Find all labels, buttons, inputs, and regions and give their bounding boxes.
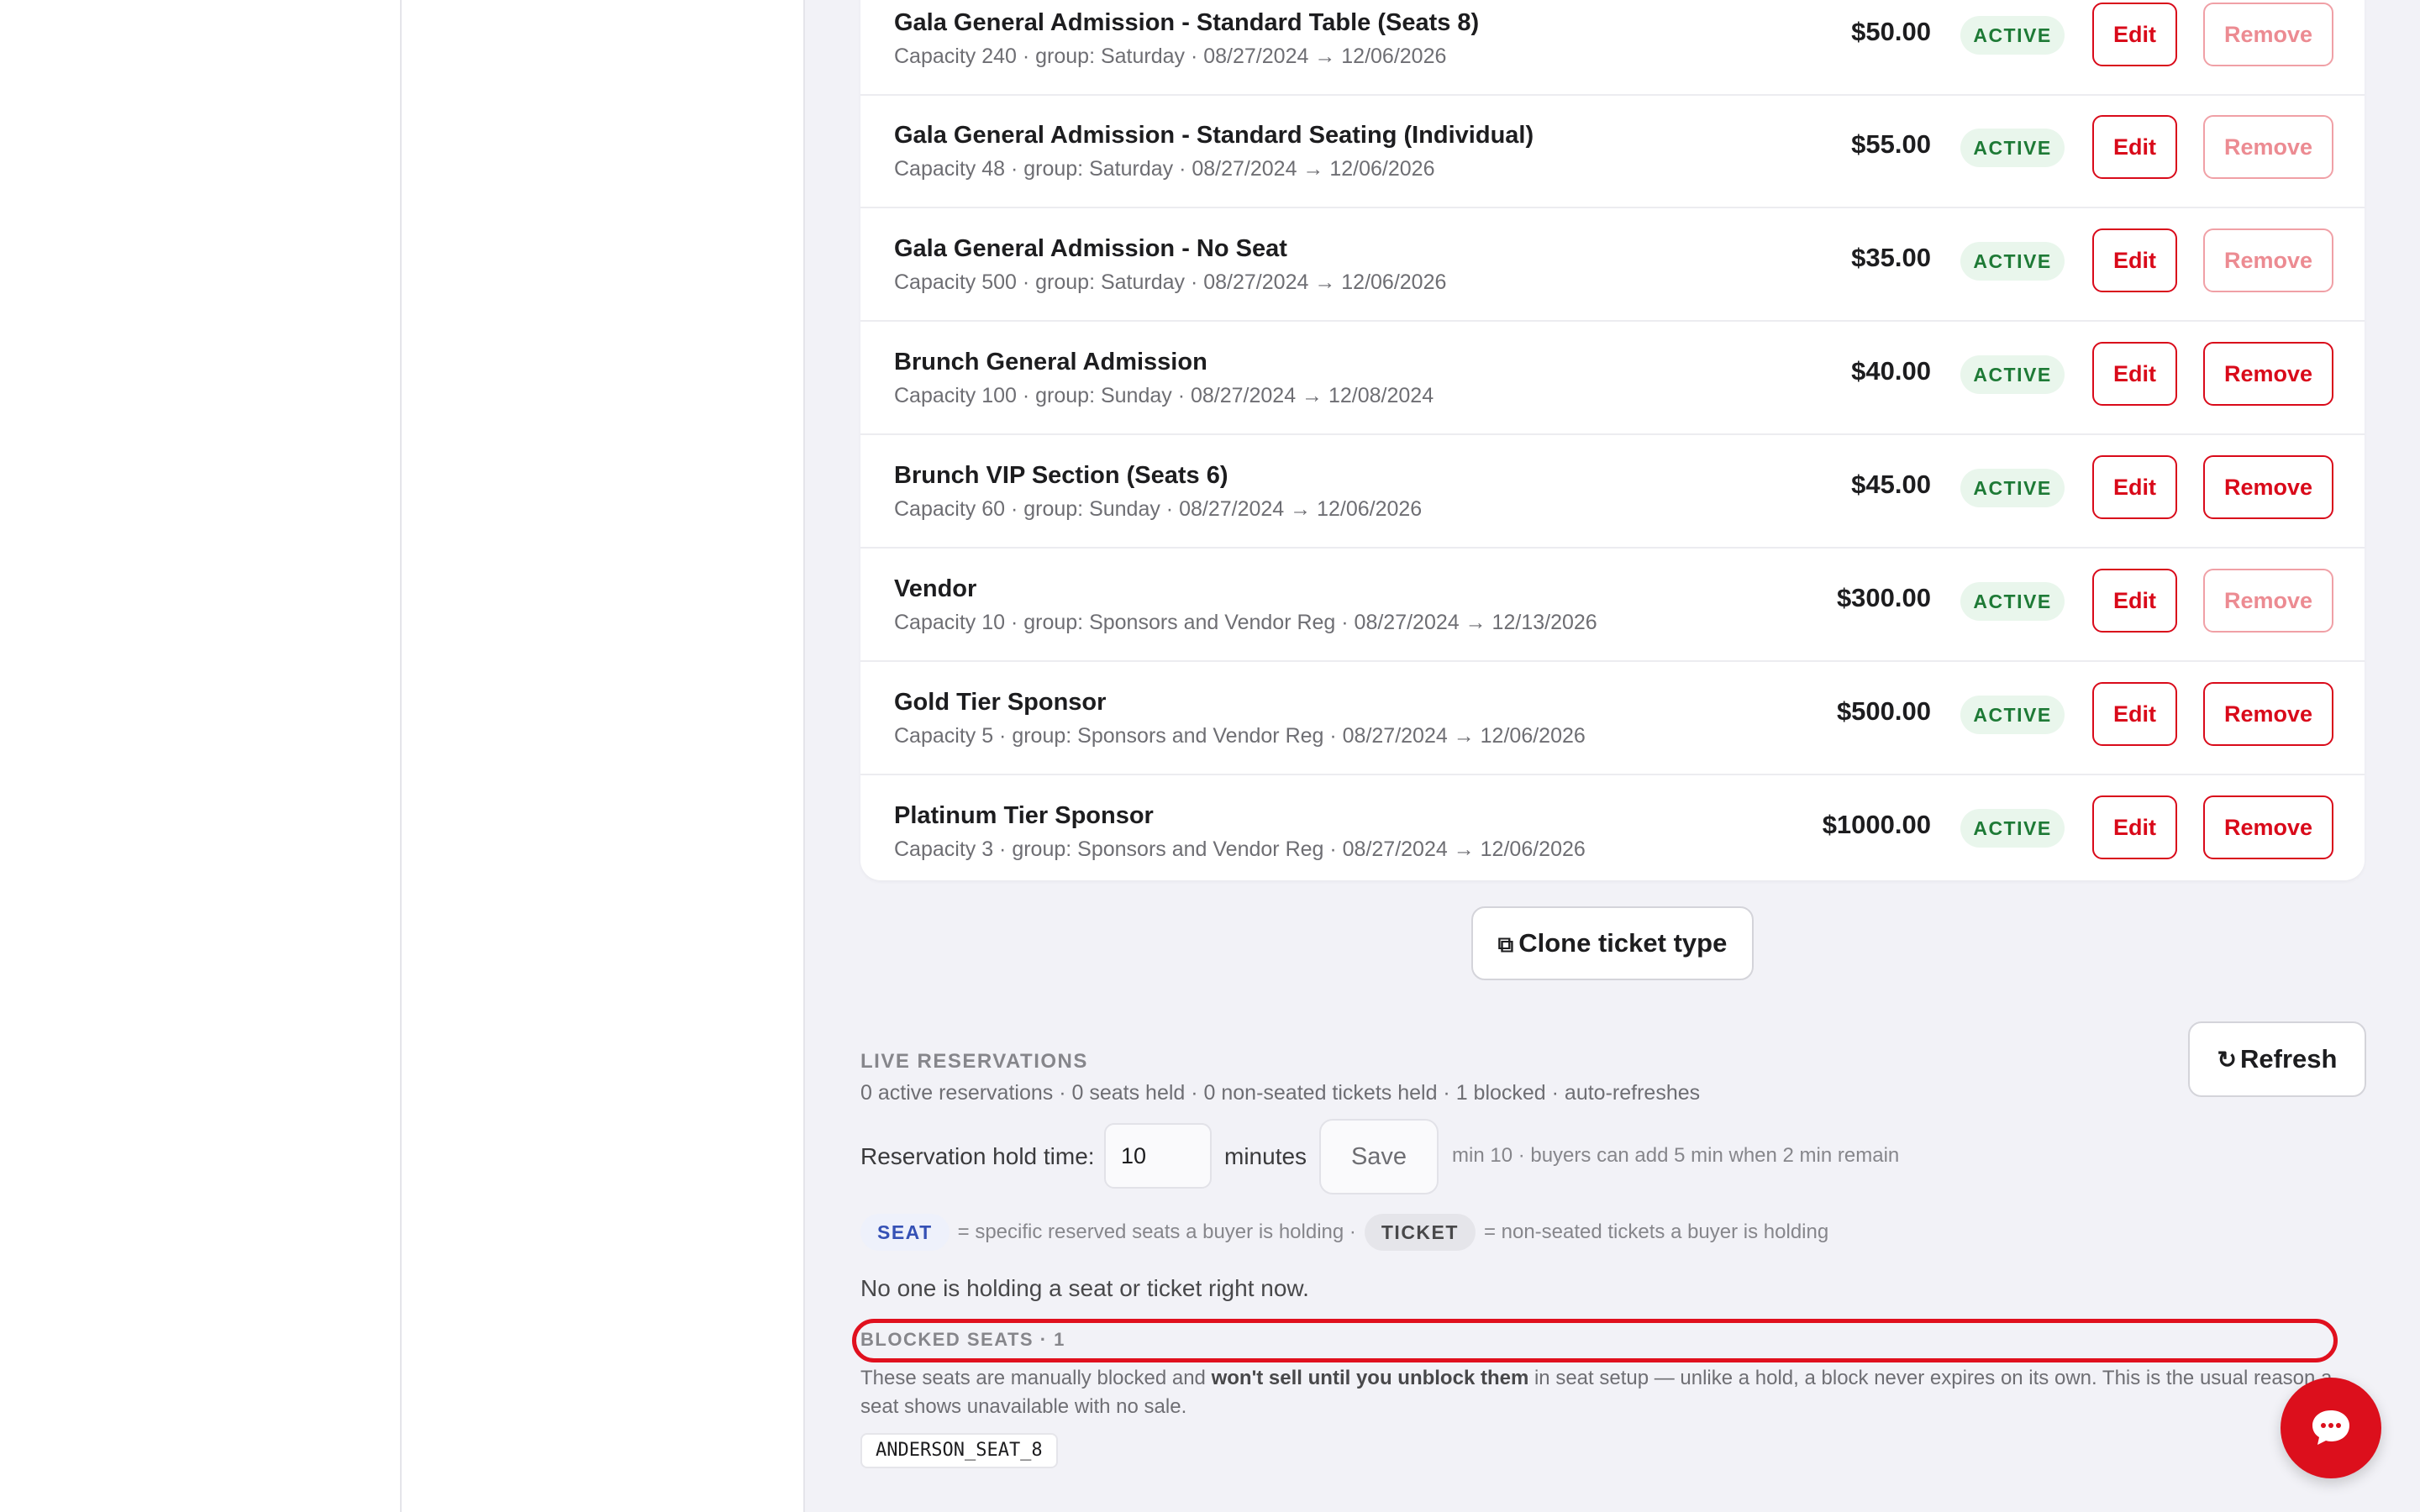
ticket-meta: Capacity 500 · group: Saturday · 08/27/2… [894, 270, 1447, 294]
ticket-legend-text: = non-seated tickets a buyer is holding [1483, 1221, 1829, 1243]
clone-ticket-type-button[interactable]: ⧉ Clone ticket type [1471, 906, 1754, 980]
hold-time-unit: minutes [1224, 1143, 1307, 1169]
ticket-name: Gold Tier Sponsor [894, 689, 1107, 716]
blocked-desc-before: These seats are manually blocked and [860, 1367, 1212, 1389]
ticket-row: Gala General Admission - No Seat Capacit… [860, 209, 2365, 322]
ticket-meta: Capacity 100 · group: Sunday · 08/27/202… [894, 384, 1434, 407]
status-badge: ACTIVE [1960, 242, 2065, 281]
remove-button[interactable]: Remove [2203, 342, 2333, 406]
edit-button[interactable]: Edit [2092, 569, 2177, 633]
left-sidebar-panel [0, 0, 402, 1512]
seat-legend-text: = specific reserved seats a buyer is hol… [957, 1221, 1356, 1243]
ticket-row: Gala General Admission - Standard Table … [860, 0, 2365, 96]
ticket-name: Gala General Admission - Standard Seatin… [894, 122, 1534, 149]
ticket-price: $1000.00 [1822, 810, 1931, 839]
refresh-button[interactable]: ↻ Refresh [2188, 1021, 2366, 1097]
chat-button[interactable] [2281, 1378, 2381, 1478]
hold-time-input[interactable] [1104, 1123, 1212, 1189]
copy-icon: ⧉ [1497, 932, 1514, 957]
refresh-icon: ↻ [2217, 1047, 2238, 1073]
remove-button[interactable]: Remove [2203, 115, 2333, 179]
ticket-price: $300.00 [1836, 583, 1931, 612]
edit-button[interactable]: Edit [2092, 115, 2177, 179]
live-reservations-heading: LIVE RESERVATIONS [860, 1050, 1088, 1073]
ticket-row: Brunch VIP Section (Seats 6) Capacity 60… [860, 436, 2365, 549]
ticket-name: Brunch General Admission [894, 349, 1207, 375]
status-badge: ACTIVE [1960, 355, 2065, 394]
ticket-name: Gala General Admission - No Seat [894, 235, 1287, 262]
remove-button[interactable]: Remove [2203, 682, 2333, 746]
status-badge: ACTIVE [1960, 129, 2065, 167]
ticket-name: Platinum Tier Sponsor [894, 802, 1154, 829]
ticket-price: $500.00 [1836, 696, 1931, 726]
remove-button[interactable]: Remove [2203, 795, 2333, 859]
save-button[interactable]: Save [1319, 1119, 1439, 1194]
ticket-meta: Capacity 240 · group: Saturday · 08/27/2… [894, 45, 1447, 68]
edit-button[interactable]: Edit [2092, 682, 2177, 746]
refresh-label: Refresh [2240, 1044, 2338, 1074]
clone-label: Clone ticket type [1518, 928, 1728, 958]
edit-button[interactable]: Edit [2092, 455, 2177, 519]
ticket-row: Gold Tier Sponsor Capacity 5 · group: Sp… [860, 663, 2365, 775]
ticket-meta: Capacity 60 · group: Sunday · 08/27/2024… [894, 497, 1423, 521]
blocked-seat-chip: ANDERSON_SEAT_8 [860, 1433, 1058, 1468]
edit-button[interactable]: Edit [2092, 3, 2177, 66]
ticket-types-card: Gala General Admission - Standard Table … [860, 0, 2365, 880]
ticket-meta: Capacity 10 · group: Sponsors and Vendor… [894, 611, 1597, 634]
blocked-desc-bold: won't sell until you unblock them [1211, 1367, 1529, 1389]
edit-button[interactable]: Edit [2092, 342, 2177, 406]
empty-state-text: No one is holding a seat or ticket right… [860, 1275, 1309, 1301]
status-badge: ACTIVE [1960, 809, 2065, 848]
status-badge: ACTIVE [1960, 16, 2065, 55]
status-badge: ACTIVE [1960, 582, 2065, 621]
ticket-price: $40.00 [1851, 356, 1931, 386]
edit-button[interactable]: Edit [2092, 795, 2177, 859]
remove-button[interactable]: Remove [2203, 3, 2333, 66]
remove-button[interactable]: Remove [2203, 455, 2333, 519]
ticket-name: Brunch VIP Section (Seats 6) [894, 462, 1228, 489]
chat-bubble-icon [2312, 1410, 2349, 1445]
ticket-name: Vendor [894, 575, 977, 602]
live-reservations-summary: 0 active reservations · 0 seats held · 0… [860, 1081, 1701, 1105]
status-badge: ACTIVE [1960, 696, 2065, 734]
blocked-seats-heading: BLOCKED SEATS · 1 [860, 1329, 1065, 1350]
ticket-row: Platinum Tier Sponsor Capacity 3 · group… [860, 776, 2365, 889]
ticket-price: $55.00 [1851, 129, 1931, 159]
ticket-pill: TICKET [1364, 1214, 1476, 1251]
ticket-meta: Capacity 48 · group: Saturday · 08/27/20… [894, 157, 1435, 181]
status-badge: ACTIVE [1960, 469, 2065, 507]
remove-button[interactable]: Remove [2203, 569, 2333, 633]
hold-time-label: Reservation hold time: [860, 1143, 1095, 1169]
ticket-row: Brunch General Admission Capacity 100 · … [860, 323, 2365, 435]
ticket-meta: Capacity 5 · group: Sponsors and Vendor … [894, 724, 1586, 748]
main-content: Gala General Admission - Standard Table … [805, 0, 2420, 1512]
remove-button[interactable]: Remove [2203, 228, 2333, 292]
hold-time-hint: min 10 · buyers can add 5 min when 2 min… [1452, 1144, 1900, 1167]
blocked-seats-highlight [852, 1319, 2338, 1362]
ticket-price: $35.00 [1851, 243, 1931, 272]
middle-panel [402, 0, 805, 1512]
edit-button[interactable]: Edit [2092, 228, 2177, 292]
reservation-legend: SEAT = specific reserved seats a buyer i… [860, 1213, 1837, 1252]
seat-pill: SEAT [860, 1214, 950, 1251]
ticket-price: $45.00 [1851, 470, 1931, 499]
ticket-price: $50.00 [1851, 17, 1931, 46]
ticket-row: Vendor Capacity 10 · group: Sponsors and… [860, 549, 2365, 662]
ticket-name: Gala General Admission - Standard Table … [894, 9, 1480, 36]
blocked-seats-description: These seats are manually blocked and won… [860, 1364, 2339, 1421]
ticket-row: Gala General Admission - Standard Seatin… [860, 96, 2365, 208]
ticket-meta: Capacity 3 · group: Sponsors and Vendor … [894, 837, 1586, 861]
